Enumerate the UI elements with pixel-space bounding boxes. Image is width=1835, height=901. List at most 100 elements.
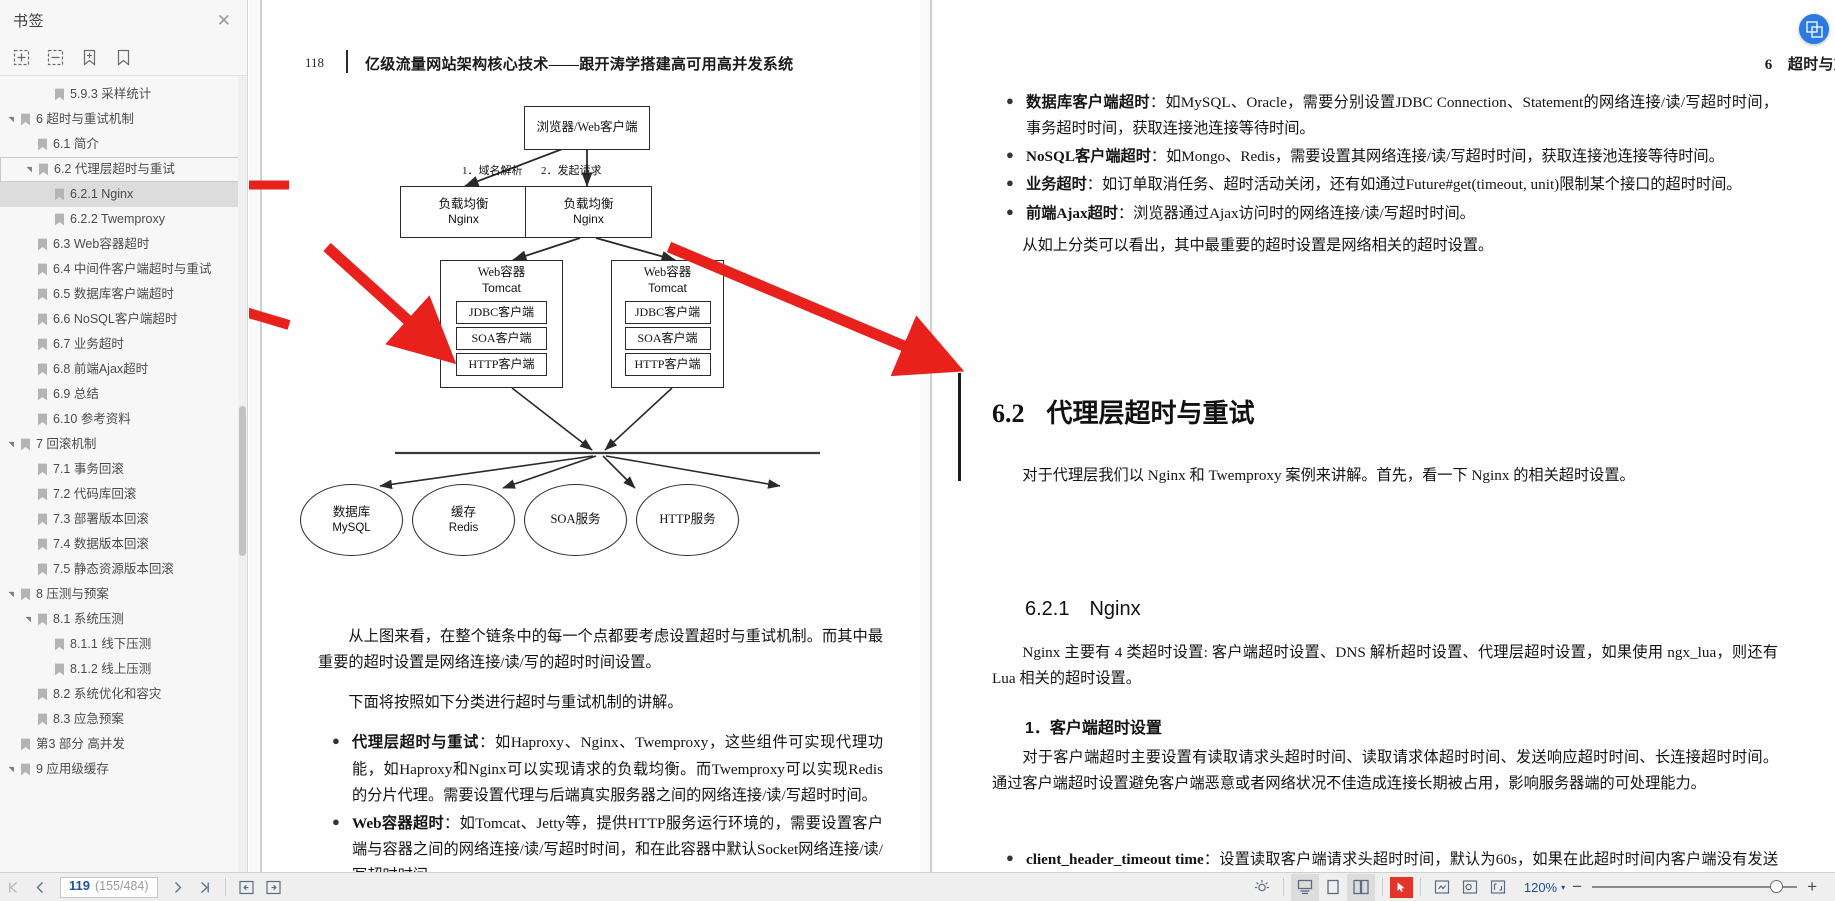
expand-all-icon[interactable] [6, 44, 36, 72]
toolbar-separator [1282, 878, 1284, 896]
bookmark-item-1[interactable]: ◢ 6 超时与重试机制 [0, 107, 247, 132]
bookmark-item-6[interactable]: 6.3 Web容器超时 [0, 232, 247, 257]
chevron-down-icon[interactable]: ◢ [8, 438, 15, 451]
zoom-slider-knob[interactable] [1770, 880, 1784, 893]
brightness-button[interactable] [1248, 874, 1276, 901]
bookmark-item-23[interactable]: 8.1.2 线上压测 [0, 657, 247, 682]
right-paragraph-after-bullets: 从如上分类可以看出，其中最重要的超时设置是网络相关的超时设置。 [1022, 236, 1494, 254]
bookmark-item-25[interactable]: 8.3 应急预案 [0, 707, 247, 732]
bookmark-label: 6.2.2 Twemproxy [70, 212, 165, 226]
diagram-node-web-right-item-1: SOA客户端 [624, 326, 711, 350]
last-page-button[interactable] [191, 874, 218, 901]
add-bookmark-icon[interactable] [74, 44, 104, 72]
go-forward-button[interactable] [260, 874, 287, 901]
left-bullet-1-sep: ： [444, 814, 460, 832]
bookmark-item-12[interactable]: 6.9 总结 [0, 382, 247, 407]
bookmark-icon [52, 638, 67, 651]
chevron-down-icon[interactable]: ◢ [8, 588, 15, 601]
bookmark-icon [52, 88, 67, 101]
bookmark-item-14[interactable]: ◢ 7 回滚机制 [0, 432, 247, 457]
close-icon[interactable]: ✕ [213, 10, 235, 31]
bookmark-item-24[interactable]: 8.2 系统优化和容灾 [0, 682, 247, 707]
section-rule [958, 373, 961, 481]
bookmark-icon [35, 338, 50, 351]
bookmark-item-7[interactable]: 6.4 中间件客户端超时与重试 [0, 257, 247, 282]
bookmark-label: 6.10 参考资料 [53, 412, 131, 426]
diagram-service-0: 数据库 MySQL [300, 484, 403, 556]
zoom-in-button[interactable]: + [1803, 877, 1821, 897]
bookmark-label: 6.6 NoSQL客户端超时 [53, 312, 178, 326]
bookmark-label: 7.2 代码库回滚 [53, 487, 137, 501]
bookmark-item-21[interactable]: ◢ 8.1 系统压测 [0, 607, 247, 632]
bookmark-item-9[interactable]: 6.6 NoSQL客户端超时 [0, 307, 247, 332]
bookmark-icon [35, 413, 50, 426]
document-viewer[interactable]: 118 亿级流量网站架构核心技术——跟开涛学搭建高可用高并发系统 浏览器/Web… [249, 0, 1835, 872]
first-page-button[interactable] [0, 874, 27, 901]
zoom-out-button[interactable]: − [1568, 877, 1586, 897]
pointer-tool-button[interactable] [1389, 876, 1413, 898]
view-mode-facing-pages-button[interactable] [1346, 873, 1375, 901]
right-bullet-2: ● 业务超时：如订单取消任务、超时活动关闭，还有如通过Future#get(ti… [992, 172, 1778, 198]
chevron-down-icon[interactable]: ◢ [25, 613, 32, 626]
bookmark-icon [18, 438, 33, 451]
bookmark-icon [35, 488, 50, 501]
chevron-down-icon[interactable]: ◢ [8, 763, 15, 776]
bookmarks-list[interactable]: 5.9.3 采样统计 ◢ 6 超时与重试机制 6.1 简介 ◢ 6.2 代理层超时与重试 6… [0, 76, 247, 872]
right-subsub-paragraph: 对于客户端超时主要设置有读取请求头超时时间、读取请求体超时时间、发送响应超时时间… [992, 749, 1778, 793]
right-bullet-1-text: 如Mongo、Redis，需要设置其网络连接/读/写超时时间，获取连接池连接等待… [1166, 148, 1724, 166]
bookmark-icon [35, 538, 50, 551]
translate-icon [1805, 20, 1823, 38]
subsubsection-heading: 1．客户端超时设置 [1025, 720, 1162, 737]
subsection-title: Nginx [1089, 598, 1141, 620]
collapse-all-icon[interactable] [40, 44, 70, 72]
bookmark-item-8[interactable]: 6.5 数据库客户端超时 [0, 282, 247, 307]
bookmarks-titlebar: 书签 ✕ [0, 0, 247, 40]
translate-floating-button[interactable] [1799, 14, 1829, 44]
bookmark-item-27[interactable]: ◢ 9 应用级缓存 [0, 757, 247, 782]
bookmark-label: 8.1.2 线上压测 [70, 662, 152, 676]
select-area-tool-button[interactable] [1456, 874, 1484, 901]
right-bullet-2-sep: ： [1086, 176, 1102, 194]
bookmark-item-19[interactable]: 7.5 静态资源版本回滚 [0, 557, 247, 582]
sidebar-scrollbar-thumb[interactable] [239, 406, 246, 556]
bookmark-icon [52, 188, 67, 201]
go-back-button[interactable] [233, 874, 260, 901]
bookmark-icon [35, 563, 50, 576]
bookmark-item-5[interactable]: 6.2.2 Twemproxy [0, 207, 247, 232]
running-head-right: 6 超时与重试机制 [1764, 57, 1835, 73]
diagram-service-1: 缓存 Redis [412, 484, 515, 556]
sidebar-scrollbar[interactable] [238, 76, 247, 872]
bookmark-item-17[interactable]: 7.3 部署版本回滚 [0, 507, 247, 532]
bookmark-item-0[interactable]: 5.9.3 采样统计 [0, 82, 247, 107]
chevron-down-icon[interactable]: ◢ [8, 113, 15, 126]
zoom-level-selector[interactable]: 120% ▾ [1524, 880, 1565, 895]
bookmark-item-2[interactable]: 6.1 简介 [0, 132, 247, 157]
bookmark-label: 6.5 数据库客户端超时 [53, 287, 174, 301]
diagram-node-web-left: Web容器 Tomcat JDBC客户端 SOA客户端 HTTP客户端 [440, 260, 563, 388]
bookmark-label: 8.2 系统优化和容灾 [53, 687, 162, 701]
bookmark-item-3[interactable]: ◢ 6.2 代理层超时与重试 [0, 157, 247, 182]
previous-page-button[interactable] [27, 874, 54, 901]
bookmark-item-20[interactable]: ◢ 8 压测与预案 [0, 582, 247, 607]
view-mode-single-page-button[interactable] [1319, 874, 1347, 901]
next-page-button[interactable] [164, 874, 191, 901]
bookmark-item-11[interactable]: 6.8 前端Ajax超时 [0, 357, 247, 382]
bookmark-item-26[interactable]: 第3 部分 高并发 [0, 732, 247, 757]
bookmark-item-13[interactable]: 6.10 参考资料 [0, 407, 247, 432]
zoom-slider[interactable] [1592, 879, 1798, 895]
page-number-input[interactable]: 119 (155/484) [60, 876, 158, 898]
pdf-reader-window: 书签 ✕ 5.9.3 采样统计 ◢ 6 超时与重试机制 6.1 简介 ◢ 6.2 代理层超… [0, 0, 1835, 901]
chevron-down-icon[interactable]: ◢ [26, 163, 33, 176]
view-mode-continuous-button[interactable] [1290, 873, 1319, 901]
bookmark-item-22[interactable]: 8.1.1 线下压测 [0, 632, 247, 657]
bookmark-item-15[interactable]: 7.1 事务回滚 [0, 457, 247, 482]
bookmark-item-4[interactable]: 6.2.1 Nginx [0, 182, 247, 207]
snapshot-tool-button[interactable] [1428, 874, 1456, 901]
crop-tool-button[interactable] [1484, 874, 1512, 901]
left-paragraph-1: 从上图来看，在整个链条中的每一个点都要考虑设置超时与重试机制。而其中最重要的超时… [318, 628, 883, 672]
bookmark-item-16[interactable]: 7.2 代码库回滚 [0, 482, 247, 507]
chevron-down-icon: ▾ [1561, 882, 1566, 892]
bookmark-item-18[interactable]: 7.4 数据版本回滚 [0, 532, 247, 557]
bookmark-options-icon[interactable] [108, 44, 138, 72]
bookmark-item-10[interactable]: 6.7 业务超时 [0, 332, 247, 357]
